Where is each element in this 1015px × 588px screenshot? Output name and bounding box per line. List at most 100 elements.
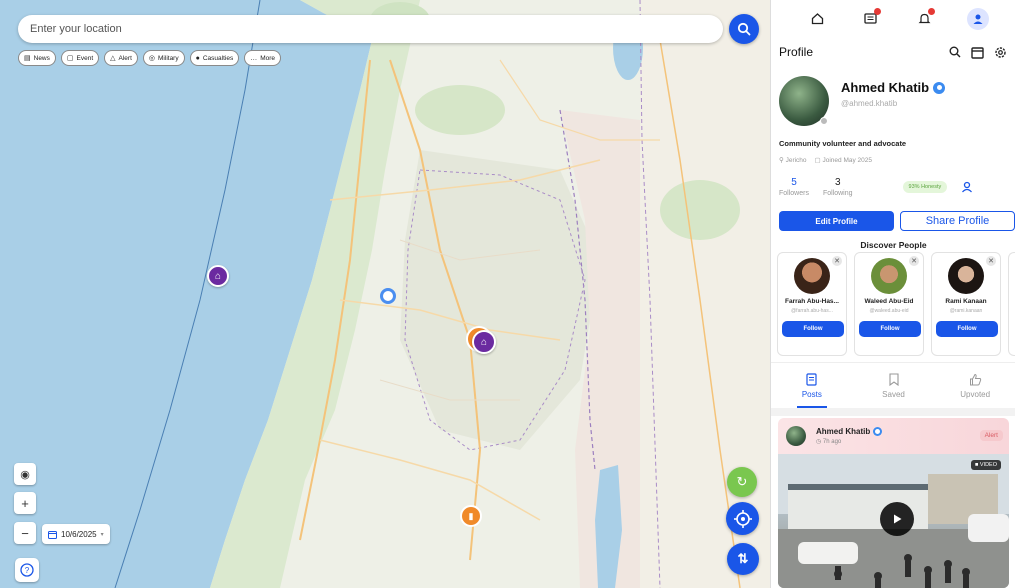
nav-news-feed[interactable] — [860, 7, 882, 30]
nav-home[interactable] — [807, 8, 829, 30]
location-search-input[interactable] — [30, 23, 723, 35]
user-settings-icon[interactable] — [961, 181, 973, 193]
person-handle: @farrah.abu-has... — [791, 308, 833, 314]
verified-icon — [933, 81, 946, 94]
date-value: 10/6/2025 — [61, 529, 97, 539]
play-icon — [894, 514, 902, 524]
filter-chip-military[interactable]: ◎ Military — [142, 50, 185, 66]
sort-button[interactable]: ⇅ — [727, 543, 759, 575]
person-card-partial[interactable] — [1008, 252, 1015, 356]
profile-icon — [973, 14, 983, 24]
person-card[interactable]: ✕ Waleed Abu-Eid @waleed.abu-eid Follow — [854, 252, 924, 356]
tab-upvoted[interactable]: Upvoted — [934, 363, 1015, 408]
dismiss-icon[interactable]: ✕ — [909, 256, 919, 266]
follow-button[interactable]: Follow — [936, 321, 998, 337]
map-marker-alert[interactable]: ▮ — [460, 505, 482, 527]
user-bio: Community volunteer and advocate — [779, 139, 907, 148]
minus-icon: − — [21, 525, 29, 541]
date-picker[interactable]: 10/6/2025 ▾ — [42, 524, 110, 544]
discover-people-list: ✕ Farrah Abu-Has... @farrah.abu-has... F… — [777, 252, 1015, 356]
filter-chip-label: Casualties — [202, 54, 234, 62]
profile-tabs: Posts Saved Upvoted — [771, 362, 1015, 408]
map-view[interactable]: ▤News ▢Event △Alert ◎Military ●Casualtie… — [0, 0, 770, 588]
search-button[interactable] — [729, 14, 759, 44]
document-icon — [806, 372, 817, 386]
search-icon[interactable] — [949, 46, 961, 58]
play-button[interactable] — [880, 502, 914, 536]
edit-profile-button[interactable]: Edit Profile — [779, 211, 894, 231]
profile-panel: Profile Ahmed Khatib @ahmed.khatib Commu… — [770, 0, 1015, 588]
zoom-out-button[interactable]: − — [14, 522, 36, 544]
filter-chip-label: More — [260, 54, 276, 62]
tab-label: Posts — [801, 389, 822, 399]
filter-chip-news[interactable]: ▤ News — [18, 50, 56, 66]
avatar[interactable] — [779, 76, 829, 126]
location-search-bar[interactable] — [18, 15, 723, 43]
map-marker-institution-cluster[interactable]: ⌂ — [472, 330, 496, 354]
newspaper-icon: ▤ — [24, 54, 31, 62]
dismiss-icon[interactable]: ✕ — [986, 256, 996, 266]
post-video[interactable]: ■ VIDEO — [778, 454, 1009, 588]
avatar[interactable] — [786, 426, 806, 446]
calendar-icon[interactable] — [971, 46, 984, 59]
following-count: 3 — [834, 177, 841, 188]
tab-label: Saved — [882, 389, 905, 399]
person-name: Rami Kanaan — [945, 298, 987, 305]
locate-me-button[interactable] — [726, 502, 759, 535]
avatar — [794, 258, 830, 294]
profile-stats: 5 Followers 3 Following 93% Honesty — [779, 177, 1009, 197]
post-card[interactable]: Ahmed Khatib ◷ 7h ago Alert ■ VIDEO — [778, 418, 1009, 588]
person-handle: @rami.kanaan — [949, 308, 983, 314]
visibility-toggle-button[interactable]: ◉ — [14, 463, 36, 485]
user-joined: Joined May 2025 — [822, 157, 873, 164]
tab-saved[interactable]: Saved — [853, 363, 935, 408]
post-time: 7h ago — [822, 439, 842, 445]
filter-chip-casualties[interactable]: ● Casualties — [189, 50, 240, 66]
post-category-badge: Alert — [979, 430, 1003, 441]
user-location: Jericho — [785, 157, 807, 164]
video-badge-label: VIDEO — [979, 462, 997, 468]
map-marker-institution[interactable]: ⌂ — [207, 265, 229, 287]
nav-profile[interactable] — [967, 7, 990, 30]
follow-button[interactable]: Follow — [859, 321, 921, 337]
user-name: Ahmed Khatib — [841, 80, 930, 95]
person-name: Waleed Abu-Eid — [864, 298, 914, 305]
chevron-down-icon: ▾ — [100, 531, 104, 538]
top-navigation — [771, 0, 1015, 37]
help-icon: ? — [20, 563, 34, 577]
person-card[interactable]: ✕ Rami Kanaan @rami.kanaan Follow — [931, 252, 1001, 356]
filter-chip-alert[interactable]: △ Alert — [104, 50, 138, 66]
tab-posts[interactable]: Posts — [771, 363, 853, 408]
help-button[interactable]: ? — [15, 558, 39, 582]
warning-icon: △ — [110, 54, 116, 62]
person-name: Farrah Abu-Has... — [785, 298, 839, 305]
app-root: ▤News ▢Event △Alert ◎Military ●Casualtie… — [0, 0, 1015, 588]
notification-badge — [927, 7, 935, 15]
thumbs-up-icon — [969, 373, 981, 385]
filter-chip-label: News — [33, 54, 50, 62]
user-summary: Ahmed Khatib @ahmed.khatib — [779, 76, 946, 126]
refresh-button[interactable]: ↻ — [727, 467, 757, 497]
location-pin-icon: ⚲ — [779, 157, 786, 164]
dismiss-icon[interactable]: ✕ — [832, 256, 842, 266]
share-profile-button[interactable]: Share Profile — [900, 211, 1015, 231]
crosshair-icon — [733, 509, 752, 528]
person-handle: @waleed.abu-eid — [869, 308, 909, 314]
filter-chip-event[interactable]: ▢ Event — [60, 50, 100, 66]
followers-stat[interactable]: 5 Followers — [779, 177, 809, 197]
person-card[interactable]: ✕ Farrah Abu-Has... @farrah.abu-has... F… — [777, 252, 847, 356]
gear-icon[interactable] — [994, 46, 1007, 59]
zoom-in-button[interactable]: + — [14, 492, 36, 514]
filter-chip-more[interactable]: … More — [244, 50, 282, 66]
post-author[interactable]: Ahmed Khatib — [816, 427, 870, 436]
map-marker-current-location[interactable] — [380, 288, 396, 304]
following-stat[interactable]: 3 Following — [823, 177, 853, 197]
swap-vertical-icon: ⇅ — [737, 551, 749, 566]
nav-notifications[interactable] — [914, 7, 936, 30]
video-badge: ■ VIDEO — [971, 460, 1001, 470]
follow-button[interactable]: Follow — [782, 321, 844, 337]
verified-icon — [873, 427, 883, 436]
shield-icon: ◎ — [148, 54, 156, 62]
user-handle: @ahmed.khatib — [841, 99, 898, 108]
trash-icon: ▮ — [468, 510, 474, 521]
